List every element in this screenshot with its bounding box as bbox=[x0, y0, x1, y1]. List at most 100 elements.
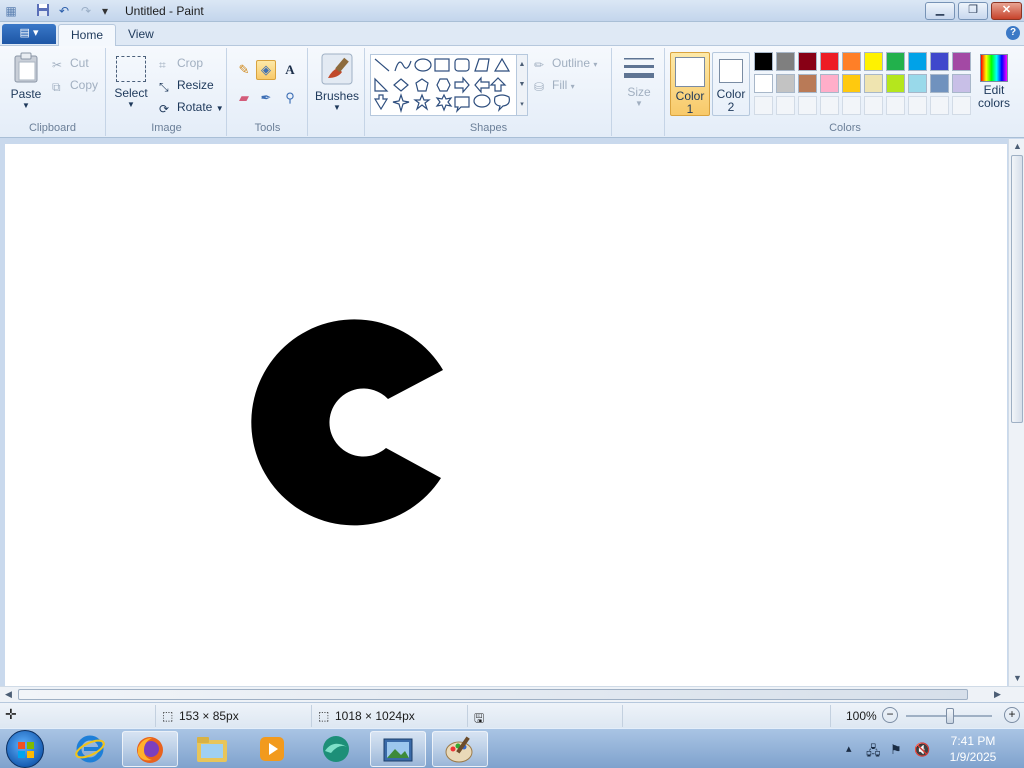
taskbar-firefox[interactable] bbox=[122, 731, 178, 767]
redo-icon[interactable]: ↷ bbox=[78, 3, 94, 19]
rotate-button[interactable]: ⟳ Rotate ▼ bbox=[159, 100, 224, 116]
paste-button[interactable]: Paste ▼ bbox=[6, 52, 46, 110]
paste-icon bbox=[14, 52, 38, 83]
size-button[interactable]: Size ▼ bbox=[619, 54, 659, 108]
undo-icon[interactable]: ↶ bbox=[56, 3, 72, 19]
crop-button[interactable]: ⌗ Crop bbox=[159, 56, 203, 72]
scroll-down-icon[interactable]: ▼ bbox=[1013, 673, 1022, 683]
paint-app-icon[interactable]: ▦ bbox=[3, 3, 19, 19]
selection-icon bbox=[116, 56, 146, 82]
show-hidden-icons[interactable]: ▴ bbox=[846, 742, 852, 755]
scroll-up-icon[interactable]: ▲ bbox=[1013, 141, 1022, 151]
shapes-gallery[interactable] bbox=[370, 54, 528, 116]
taskbar-paint[interactable] bbox=[432, 731, 488, 767]
minimize-button[interactable]: ▁ bbox=[925, 2, 955, 20]
horizontal-scrollbar[interactable]: ◀ ▶ bbox=[0, 686, 1024, 702]
palette-color-swatch[interactable] bbox=[754, 52, 773, 71]
chevron-down-icon: ▼ bbox=[635, 99, 643, 108]
palette-color-swatch[interactable] bbox=[754, 74, 773, 93]
palette-custom-slot[interactable] bbox=[952, 96, 971, 115]
palette-custom-slot[interactable] bbox=[776, 96, 795, 115]
outline-button[interactable]: ✏ Outline ▾ bbox=[534, 56, 597, 72]
volume-muted-icon[interactable]: 🔇 bbox=[914, 742, 930, 758]
palette-custom-slot[interactable] bbox=[908, 96, 927, 115]
maximize-button[interactable]: ❐ bbox=[958, 2, 988, 20]
copy-button[interactable]: ⧉ Copy bbox=[52, 78, 98, 94]
palette-color-swatch[interactable] bbox=[776, 52, 795, 71]
taskbar-browser-app[interactable] bbox=[308, 731, 364, 767]
palette-color-swatch[interactable] bbox=[886, 52, 905, 71]
action-center-flag-icon[interactable]: ⚑ bbox=[890, 742, 902, 758]
magnifier-icon[interactable]: ⚲ bbox=[280, 88, 300, 108]
save-icon[interactable] bbox=[35, 3, 51, 19]
zoom-level: 100% bbox=[846, 709, 877, 723]
palette-color-swatch[interactable] bbox=[842, 52, 861, 71]
customize-dropdown-icon[interactable]: ▾ bbox=[97, 3, 113, 19]
palette-color-swatch[interactable] bbox=[930, 74, 949, 93]
selection-size: 153 × 85px bbox=[179, 709, 239, 723]
scissors-icon: ✂ bbox=[52, 58, 63, 72]
palette-custom-slot[interactable] bbox=[930, 96, 949, 115]
taskbar-media-player[interactable] bbox=[244, 731, 300, 767]
palette-color-swatch[interactable] bbox=[952, 74, 971, 93]
palette-color-swatch[interactable] bbox=[776, 74, 795, 93]
system-clock[interactable]: 7:41 PM 1/9/2025 bbox=[940, 733, 1006, 765]
palette-custom-slot[interactable] bbox=[820, 96, 839, 115]
vertical-scroll-thumb[interactable] bbox=[1011, 155, 1023, 423]
palette-color-swatch[interactable] bbox=[886, 74, 905, 93]
scroll-right-icon[interactable]: ▶ bbox=[994, 689, 1001, 700]
start-button[interactable] bbox=[6, 730, 44, 768]
scroll-left-icon[interactable]: ◀ bbox=[5, 689, 12, 700]
vertical-scrollbar[interactable]: ▲ ▼ bbox=[1008, 139, 1024, 686]
palette-custom-slot[interactable] bbox=[842, 96, 861, 115]
zoom-out-button[interactable]: − bbox=[882, 707, 898, 723]
cut-button[interactable]: ✂ Cut bbox=[52, 56, 89, 72]
shapes-label: Shapes bbox=[469, 122, 508, 134]
palette-color-swatch[interactable] bbox=[864, 74, 883, 93]
palette-color-swatch[interactable] bbox=[930, 52, 949, 71]
horizontal-scroll-thumb[interactable] bbox=[18, 689, 968, 700]
edit-colors-button[interactable]: Edit colors bbox=[974, 52, 1014, 110]
clipboard-label: Clipboard bbox=[28, 122, 77, 134]
color2-swatch bbox=[719, 59, 743, 83]
taskbar-photo-viewer[interactable] bbox=[370, 731, 426, 767]
palette-color-swatch[interactable] bbox=[842, 74, 861, 93]
close-button[interactable]: ✕ bbox=[991, 2, 1022, 20]
palette-color-swatch[interactable] bbox=[952, 52, 971, 71]
text-icon[interactable]: A bbox=[280, 60, 300, 80]
shapes-scroll[interactable]: ▲ ▼ ▾ bbox=[516, 54, 528, 116]
palette-color-swatch[interactable] bbox=[798, 74, 817, 93]
palette-color-swatch[interactable] bbox=[798, 52, 817, 71]
selection-size-icon: ⬚ bbox=[162, 709, 174, 723]
palette-custom-slot[interactable] bbox=[754, 96, 773, 115]
palette-custom-slot[interactable] bbox=[864, 96, 883, 115]
network-icon[interactable]: 🖧 bbox=[866, 742, 881, 764]
palette-color-swatch[interactable] bbox=[908, 74, 927, 93]
taskbar-file-explorer[interactable] bbox=[184, 731, 240, 767]
palette-color-swatch[interactable] bbox=[820, 74, 839, 93]
eraser-icon[interactable]: ▰ bbox=[234, 88, 254, 108]
select-button[interactable]: Select ▼ bbox=[113, 54, 149, 109]
tab-view[interactable]: View bbox=[116, 24, 166, 46]
taskbar-internet-explorer[interactable] bbox=[62, 731, 118, 767]
color1-button[interactable]: Color 1 bbox=[670, 52, 710, 116]
palette-custom-slot[interactable] bbox=[798, 96, 817, 115]
brushes-button[interactable]: Brushes ▼ bbox=[313, 52, 361, 112]
file-explorer-icon bbox=[197, 737, 227, 762]
drawing-canvas[interactable] bbox=[5, 144, 1007, 686]
zoom-in-button[interactable]: + bbox=[1004, 707, 1020, 723]
palette-color-swatch[interactable] bbox=[820, 52, 839, 71]
zoom-slider-thumb[interactable] bbox=[946, 708, 954, 724]
palette-color-swatch[interactable] bbox=[908, 52, 927, 71]
resize-button[interactable]: ⤡ Resize bbox=[159, 78, 214, 94]
color-picker-icon[interactable]: ✒ bbox=[256, 88, 276, 108]
tab-home[interactable]: Home bbox=[58, 24, 117, 46]
pencil-icon[interactable]: ✎ bbox=[234, 60, 254, 80]
fill-button[interactable]: ⛁ Fill ▾ bbox=[534, 78, 575, 94]
help-icon[interactable]: ? bbox=[1006, 26, 1020, 40]
fill-icon[interactable]: ◈ bbox=[256, 60, 276, 80]
palette-color-swatch[interactable] bbox=[864, 52, 883, 71]
palette-custom-slot[interactable] bbox=[886, 96, 905, 115]
file-menu-button[interactable]: ▤ ▾ bbox=[2, 24, 56, 44]
color2-button[interactable]: Color 2 bbox=[712, 52, 750, 116]
